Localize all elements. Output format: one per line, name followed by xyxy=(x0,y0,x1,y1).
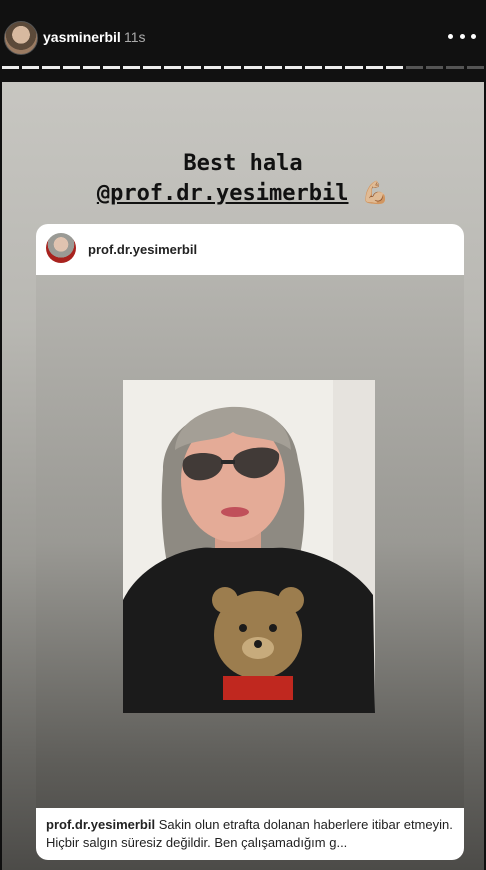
progress-segment xyxy=(163,66,181,69)
story-caption: Best hala @prof.dr.yesimerbil 💪🏼 xyxy=(2,149,484,209)
progress-segment xyxy=(466,66,484,69)
post-caption: prof.dr.yesimerbil Sakin olun etrafta do… xyxy=(36,808,464,860)
progress-segment xyxy=(426,66,444,69)
post-avatar[interactable] xyxy=(46,233,76,263)
story-timestamp: 11s xyxy=(124,29,146,45)
post-header: prof.dr.yesimerbil xyxy=(36,224,464,275)
more-dot xyxy=(448,33,453,39)
progress-segment xyxy=(365,66,383,69)
progress-segment xyxy=(244,66,262,69)
progress-segment xyxy=(264,66,282,69)
mention-link[interactable]: @prof.dr.yesimerbil xyxy=(97,181,349,206)
story-username[interactable]: yasminerbil xyxy=(43,29,121,45)
progress-segment xyxy=(62,66,80,69)
progress-segment xyxy=(22,66,40,69)
progress-segment xyxy=(345,66,363,69)
progress-segment xyxy=(103,66,121,69)
progress-segment xyxy=(446,66,464,69)
progress-segment xyxy=(143,66,161,69)
progress-segment xyxy=(204,66,222,69)
caption-username[interactable]: prof.dr.yesimerbil xyxy=(46,817,155,832)
progress-segment xyxy=(82,66,101,69)
progress-segment xyxy=(2,66,20,69)
portrait-illustration xyxy=(123,380,375,713)
story-header: yasminerbil 11s xyxy=(0,0,486,82)
progress-segment xyxy=(183,66,202,69)
more-dot xyxy=(459,33,465,39)
story-caption-line: Best hala xyxy=(183,151,303,176)
post-photo xyxy=(123,380,375,713)
progress-segment xyxy=(406,66,424,69)
flexed-biceps-emoji: 💪🏼 xyxy=(361,181,390,206)
progress-segment xyxy=(123,66,141,69)
progress-segment xyxy=(42,66,60,69)
progress-segment xyxy=(385,66,404,69)
progress-segment xyxy=(284,66,303,69)
more-dot xyxy=(471,33,476,39)
more-horizontal-icon[interactable] xyxy=(448,25,476,47)
story-progress-bar xyxy=(2,66,484,69)
story-canvas[interactable]: Best hala @prof.dr.yesimerbil 💪🏼 prof.dr… xyxy=(2,82,484,870)
progress-segment xyxy=(305,66,323,69)
shared-post-card[interactable]: prof.dr.yesimerbil prof.dr.yesimerbil Sa… xyxy=(36,224,464,860)
avatar[interactable] xyxy=(4,21,38,55)
post-username[interactable]: prof.dr.yesimerbil xyxy=(88,242,197,257)
progress-segment xyxy=(224,66,242,69)
progress-segment xyxy=(325,66,343,69)
